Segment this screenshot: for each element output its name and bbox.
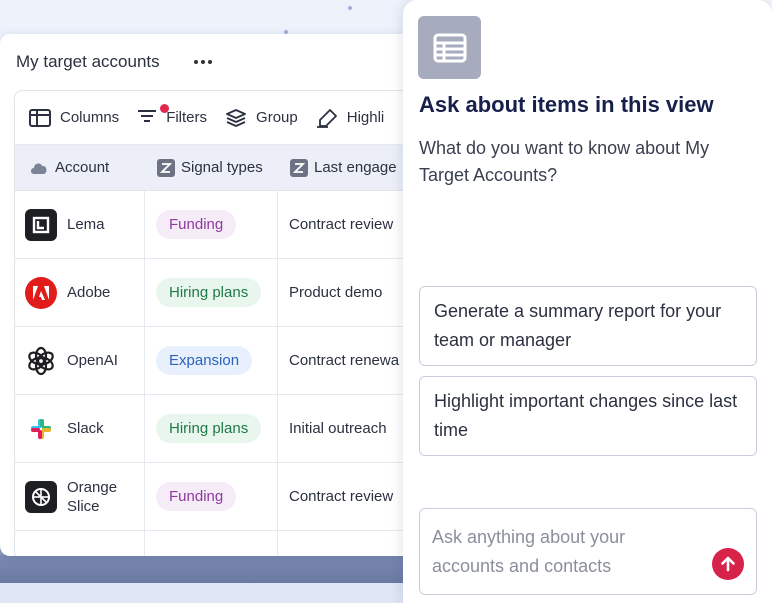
background-dot <box>348 6 352 10</box>
column-header-last-engagement[interactable]: Last engage <box>278 158 397 177</box>
account-name: Adobe <box>67 284 111 301</box>
account-name-line: Orange <box>67 478 118 496</box>
ask-input[interactable]: Ask anything about your accounts and con… <box>419 508 757 595</box>
ai-field-icon <box>157 158 175 177</box>
accounts-table: Columns Filters Group Highli Account Sig… <box>14 90 420 556</box>
table-row[interactable]: Orange Slice Funding Contract review <box>15 463 420 531</box>
columns-label: Columns <box>60 109 120 126</box>
account-cell: Slack <box>15 395 145 462</box>
columns-icon <box>29 108 51 127</box>
highlight-label: Highli <box>346 109 385 126</box>
signal-cell <box>145 531 278 556</box>
account-cell <box>15 531 145 556</box>
account-cell: OpenAI <box>15 327 145 394</box>
account-cell: Lema <box>15 191 145 258</box>
account-name: OpenAI <box>67 352 118 369</box>
account-name-line: Slice <box>67 497 100 515</box>
account-cell: Adobe <box>15 259 145 326</box>
column-header-signal-types[interactable]: Signal types <box>145 158 278 177</box>
account-cell: Orange Slice <box>15 463 145 530</box>
table-view-icon <box>418 16 481 79</box>
table-header: Account Signal types Last engage <box>15 145 420 191</box>
last-engagement-cell: Product demo <box>289 284 383 301</box>
slack-logo-icon <box>25 412 57 445</box>
ask-subtitle: What do you want to know about My Target… <box>419 138 710 185</box>
column-header-label: Account <box>55 159 110 176</box>
signal-cell: Hiring plans <box>145 395 278 462</box>
ask-title: Ask about items in this view <box>419 92 714 117</box>
group-label: Group <box>256 109 298 126</box>
signal-cell: Expansion <box>145 327 278 394</box>
filter-icon <box>137 103 170 128</box>
filter-active-badge <box>160 103 170 113</box>
column-header-account[interactable]: Account <box>15 159 145 176</box>
more-dot-icon <box>193 60 198 64</box>
suggestion-summary-report[interactable]: Generate a summary report for your team … <box>419 286 757 366</box>
signal-cell: Funding <box>145 463 278 530</box>
last-engagement-cell: Contract renewa <box>289 352 400 369</box>
signal-cell: Hiring plans <box>145 259 278 326</box>
ai-field-icon <box>290 158 308 177</box>
ask-panel: Ask about items in this view What do you… <box>403 0 772 603</box>
lema-logo-icon <box>25 208 57 241</box>
send-button[interactable] <box>712 548 744 580</box>
arrow-up-icon <box>721 556 735 572</box>
adobe-logo-icon <box>25 276 57 309</box>
highlighter-icon <box>316 108 337 128</box>
last-engagement-cell: Contract review <box>289 216 394 233</box>
highlight-button[interactable]: Highli <box>316 108 385 128</box>
account-name: Orange Slice <box>67 478 117 516</box>
table-row[interactable]: Adobe Hiring plans Product demo <box>15 259 420 327</box>
account-name: Lema <box>67 216 105 233</box>
background-band <box>0 583 420 603</box>
table-toolbar: Columns Filters Group Highli <box>15 91 420 145</box>
table-row[interactable]: OpenAI Expansion Contract renewa <box>15 327 420 395</box>
layers-icon <box>226 108 246 127</box>
more-dot-icon <box>200 60 205 64</box>
last-engagement-cell: Initial outreach <box>289 420 387 437</box>
filters-button[interactable]: Filters <box>137 103 208 128</box>
orange-slice-logo-icon <box>25 480 57 513</box>
more-dot-icon <box>207 60 212 64</box>
filters-label: Filters <box>166 109 208 126</box>
table-row[interactable] <box>15 531 420 556</box>
column-header-label: Signal types <box>181 159 263 176</box>
signal-badge: Expansion <box>156 346 253 375</box>
signal-badge: Hiring plans <box>156 414 262 443</box>
page-title: My target accounts <box>16 52 160 71</box>
group-button[interactable]: Group <box>225 108 298 128</box>
accounts-table-card: My target accounts Columns Filters Group <box>0 34 420 556</box>
suggestion-highlight-changes[interactable]: Highlight important changes since last t… <box>419 376 757 456</box>
account-name: Slack <box>67 420 104 437</box>
more-options-button[interactable] <box>193 60 212 64</box>
signal-badge: Hiring plans <box>156 278 262 307</box>
openai-logo-icon <box>25 344 57 377</box>
signal-badge: Funding <box>156 482 237 511</box>
table-row[interactable]: Lema Funding Contract review <box>15 191 420 259</box>
column-header-label: Last engage <box>314 159 397 176</box>
cloud-icon <box>31 163 47 174</box>
signal-cell: Funding <box>145 191 278 258</box>
columns-button[interactable]: Columns <box>29 108 120 127</box>
signal-badge: Funding <box>156 210 237 239</box>
last-engagement-cell: Contract review <box>289 488 394 505</box>
card-header: My target accounts <box>0 34 420 90</box>
table-row[interactable]: Slack Hiring plans Initial outreach <box>15 395 420 463</box>
